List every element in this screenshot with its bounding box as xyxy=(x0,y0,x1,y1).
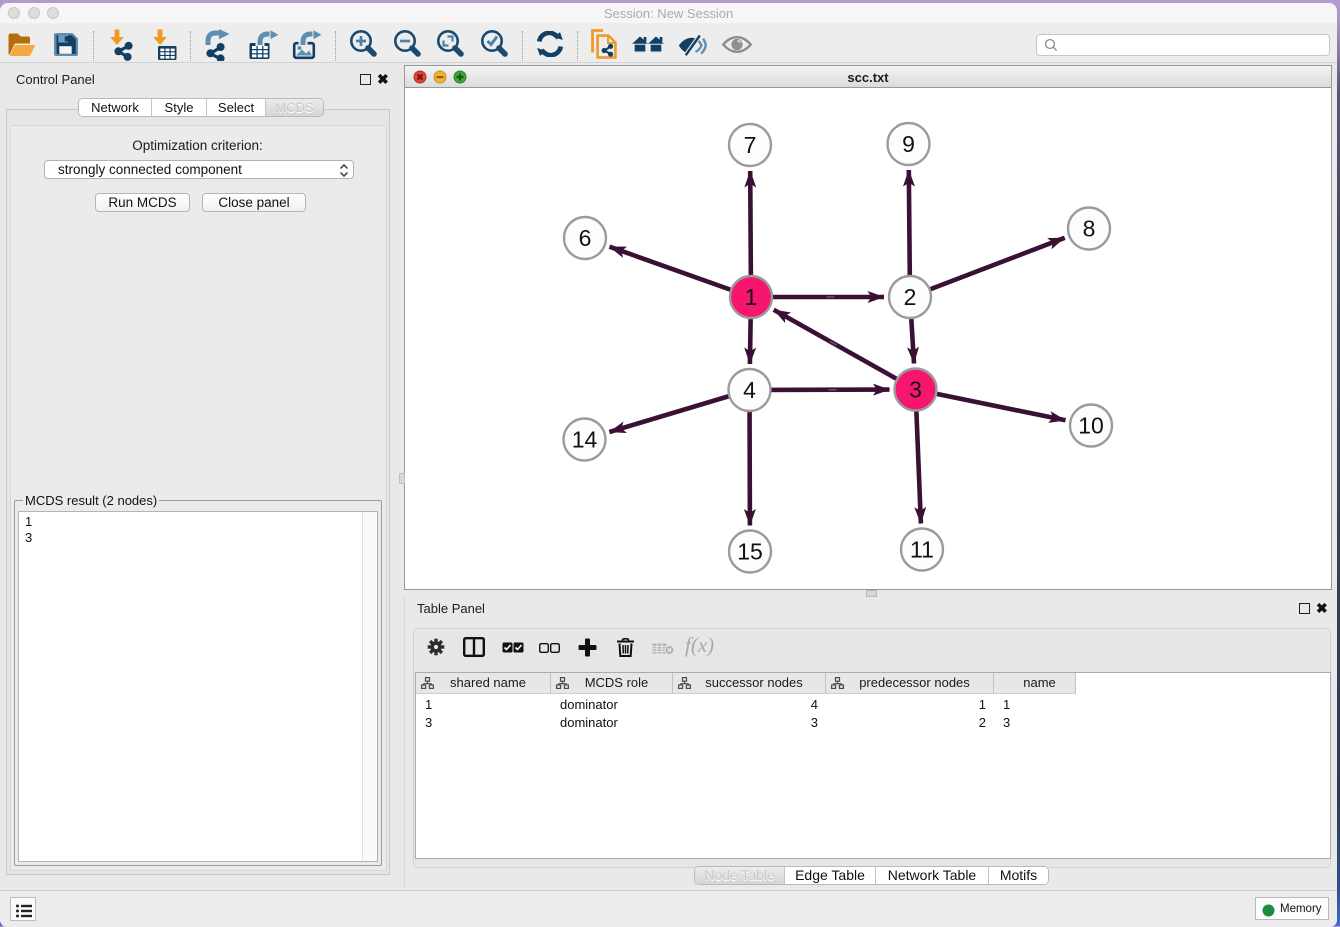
svg-text:6: 6 xyxy=(579,225,592,251)
svg-text:1: 1 xyxy=(745,284,758,310)
svg-text:3: 3 xyxy=(909,377,922,403)
svg-text:11: 11 xyxy=(910,537,934,563)
svg-text:2: 2 xyxy=(904,284,917,310)
svg-text:4: 4 xyxy=(743,377,756,403)
svg-text:15: 15 xyxy=(737,539,763,565)
svg-text:10: 10 xyxy=(1078,413,1104,439)
svg-text:9: 9 xyxy=(902,131,915,157)
svg-text:7: 7 xyxy=(744,132,757,158)
svg-text:14: 14 xyxy=(572,427,598,453)
svg-text:8: 8 xyxy=(1083,216,1096,242)
